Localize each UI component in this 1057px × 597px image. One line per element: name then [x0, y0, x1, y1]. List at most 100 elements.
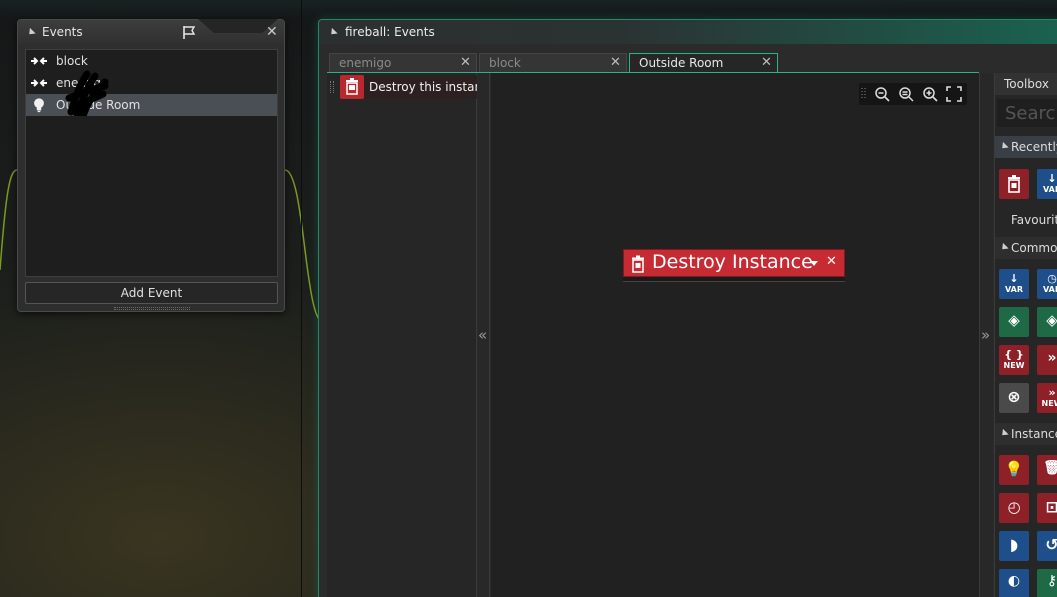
events-titlebar[interactable]: Events ✕ — [18, 19, 284, 44]
var-label: VAR — [1005, 285, 1023, 294]
temp-variable-tool[interactable]: ◷ VAR — [1037, 269, 1057, 299]
tab-label: Outside Room — [639, 56, 724, 70]
zoom-reset-icon[interactable] — [897, 85, 915, 103]
chevron-right-icon: » — [981, 326, 991, 344]
section-common[interactable]: Common — [995, 237, 1057, 259]
drag-handle-icon[interactable] — [861, 85, 867, 103]
function-call-tool[interactable]: » — [1037, 345, 1057, 375]
speed-tool[interactable]: ◐ — [999, 569, 1029, 597]
new-label: NEW — [1041, 399, 1057, 408]
workspace-top-gradient — [0, 0, 1057, 18]
search-placeholder: Search — [1005, 103, 1057, 124]
forward-icon: » — [1048, 386, 1056, 399]
section-label: Instance — [1011, 427, 1057, 441]
target-icon: ⊡ — [1045, 498, 1057, 516]
set-variable-tool[interactable]: ↓ VAR — [1037, 169, 1057, 199]
rotate-tool[interactable]: ↺ — [1037, 531, 1057, 561]
section-recently[interactable]: Recently — [995, 136, 1057, 158]
assign-variable-tool[interactable]: ↓ VAR — [999, 269, 1029, 299]
resize-grip[interactable] — [114, 307, 190, 310]
fireball-events-window: fireball: Events enemigo ✕ block ✕ Outsi… — [318, 19, 1057, 597]
collapse-left-button[interactable]: « — [478, 73, 490, 597]
section-instance[interactable]: Instance — [995, 423, 1057, 445]
key-icon: ⚷ — [1046, 573, 1057, 589]
close-icon[interactable]: ✕ — [460, 56, 471, 70]
main-titlebar[interactable]: fireball: Events — [319, 20, 1057, 44]
key-tool[interactable]: ⚷ — [1037, 569, 1057, 597]
event-item-outside-room[interactable]: Outside Room — [26, 94, 277, 116]
create-instance-tool[interactable]: 💡 — [999, 455, 1029, 485]
event-item-block[interactable]: block — [26, 50, 277, 72]
close-icon[interactable]: ✕ — [266, 25, 278, 39]
rotate-icon: ↺ — [1045, 535, 1057, 554]
node-title: Destroy Instance — [652, 251, 813, 273]
zoom-in-icon[interactable] — [921, 85, 939, 103]
collapse-triangle-icon[interactable] — [999, 141, 1009, 152]
destroy-instance-tool[interactable]: 🗑 — [1037, 455, 1057, 485]
section-label: Favourite — [1011, 213, 1057, 227]
drag-handle-icon[interactable] — [330, 81, 334, 93]
action-item-destroy[interactable]: Destroy this instance — [340, 75, 477, 99]
event-item-enemigo[interactable]: enemigo — [26, 72, 277, 94]
action-label: Destroy this instance — [369, 80, 477, 94]
break-tool[interactable]: ⊗ — [999, 383, 1029, 413]
clock-icon: ◷ — [1047, 272, 1057, 285]
toolbox-panel: Toolbox Search Recently ↓ VAR Favourite … — [994, 73, 1057, 597]
trash-icon — [632, 255, 644, 273]
node-footer — [623, 277, 845, 282]
arrow-down-icon: ↓ — [1009, 272, 1019, 285]
event-label: block — [56, 54, 88, 68]
redaction-scribble — [65, 70, 109, 116]
collapse-triangle-icon[interactable] — [26, 27, 36, 38]
tab-outside-room[interactable]: Outside Room ✕ — [629, 53, 778, 73]
tab-enemigo[interactable]: enemigo ✕ — [329, 53, 477, 73]
events-panel: Events ✕ block enemigo Outside Room Add … — [17, 19, 285, 312]
continue-new-tool[interactable]: » NEW — [1037, 383, 1057, 413]
destroy-instance-node[interactable]: Destroy Instance ✕ — [623, 249, 845, 283]
function-new-tool[interactable]: { } NEW — [999, 345, 1029, 375]
lightbulb-icon: 💡 — [1004, 460, 1024, 478]
braces-icon: { } — [1004, 348, 1024, 361]
collision-icon — [31, 57, 47, 65]
fullscreen-icon[interactable] — [945, 85, 963, 103]
arrow-down-icon: ↓ — [1047, 172, 1057, 185]
collapse-right-button[interactable]: » — [979, 73, 993, 597]
cancel-circle-icon: ⊗ — [1007, 387, 1021, 406]
collapse-triangle-icon[interactable] — [328, 27, 338, 38]
zoom-out-icon[interactable] — [873, 85, 891, 103]
close-icon[interactable]: ✕ — [826, 254, 837, 269]
if-variable-tool[interactable]: ◈ — [999, 307, 1029, 337]
collapse-triangle-icon[interactable] — [999, 428, 1009, 439]
diamond-icon: ◈ — [1008, 311, 1020, 329]
tab-block[interactable]: block ✕ — [479, 53, 627, 73]
if-expression-tool[interactable]: ◈ — [1037, 307, 1057, 337]
close-icon[interactable]: ✕ — [761, 56, 772, 70]
window-title: fireball: Events — [345, 25, 435, 39]
add-event-button[interactable]: Add Event — [25, 282, 278, 304]
pacman-tool[interactable]: ◗ — [999, 531, 1029, 561]
instance-target-tool[interactable]: ⊡ — [1037, 493, 1057, 523]
collision-icon — [31, 79, 47, 87]
section-label: Recently — [1011, 140, 1057, 154]
var-label: VAR — [1043, 285, 1057, 294]
tab-label: block — [489, 56, 521, 70]
speed-icon: ◐ — [1007, 573, 1021, 589]
lightbulb-icon — [34, 98, 44, 113]
events-panel-title: Events — [42, 25, 83, 39]
instance-timer-tool[interactable]: ◴ — [999, 493, 1029, 523]
action-canvas[interactable] — [491, 73, 979, 597]
toolbox-header: Toolbox — [995, 73, 1057, 95]
destroy-instance-tool[interactable] — [999, 169, 1029, 199]
tab-label: enemigo — [339, 56, 392, 70]
events-list: block enemigo Outside Room — [25, 49, 278, 277]
workspace-divider — [301, 0, 302, 597]
collapse-triangle-icon[interactable] — [999, 242, 1009, 253]
close-icon[interactable]: ✕ — [610, 56, 621, 70]
section-favourite[interactable]: Favourite — [995, 209, 1057, 231]
flag-icon[interactable] — [181, 24, 197, 40]
action-list: Destroy this instance — [327, 73, 477, 597]
new-label: NEW — [1003, 361, 1025, 370]
chevron-down-icon[interactable] — [810, 261, 818, 266]
toolbox-search-input[interactable]: Search — [997, 99, 1057, 127]
toolbox-title: Toolbox — [1004, 77, 1049, 91]
